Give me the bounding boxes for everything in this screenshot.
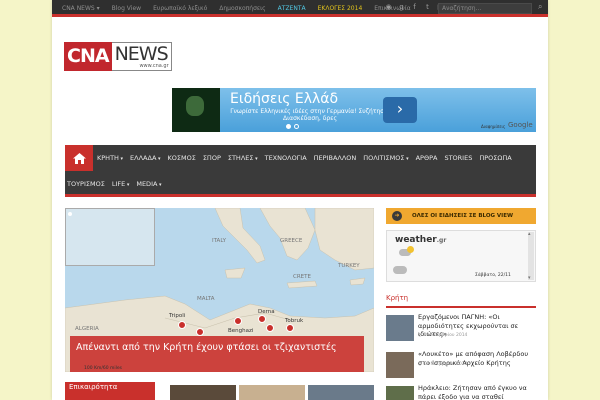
google-logo: Google — [508, 121, 533, 129]
sun-icon — [407, 246, 414, 253]
nav-item-politismos[interactable]: ΠΟΛΙΤΙΣΜΟΣ — [363, 154, 408, 162]
nav-item-stories[interactable]: STORIES — [444, 154, 472, 162]
map-label: Derna — [258, 309, 275, 315]
nav-item-technologia[interactable]: ΤΕΧΝΟΛΟΓΙΑ — [265, 154, 307, 162]
top-nav-item[interactable]: ΑΤΖΕΝΤΑ — [278, 5, 306, 12]
ad-banner[interactable]: Ειδήσεις Ελλάδ Γνωρίστε Ελληνικές ιδέες … — [172, 88, 536, 132]
ad-arrow-button[interactable]: › — [383, 97, 417, 123]
nav-item-spor[interactable]: ΣΠΟΡ — [203, 154, 221, 162]
main-nav-row-1: ΚΡΗΤΗ ΕΛΛΑΔΑ ΚΟΣΜΟΣ ΣΠΟΡ ΣΤΗΛΕΣ ΤΕΧΝΟΛΟΓ… — [97, 145, 519, 171]
ad-subtitle: Γνωρίστε Ελληνικές ιδέες στην Γερμανία! … — [230, 108, 390, 122]
thumbnail[interactable] — [170, 385, 236, 400]
list-item[interactable]: Ηράκλειο: Ζήτησαν από έγκυο να πάρει έξο… — [386, 384, 536, 400]
featured-slider[interactable]: ITALY GREECE TURKEY MALTA CRETE ALGERIA … — [65, 208, 374, 372]
story-title[interactable]: Ηράκλειο: Ζήτησαν από έγκυο να πάρει έξο… — [418, 384, 536, 400]
nav-item-arthra[interactable]: ΑΡΘΡΑ — [416, 154, 438, 162]
thumbnail[interactable] — [308, 385, 374, 400]
main-nav: ΚΡΗΤΗ ΕΛΛΑΔΑ ΚΟΣΜΟΣ ΣΠΟΡ ΣΤΗΛΕΣ ΤΕΧΝΟΛΟΓ… — [65, 145, 536, 197]
map-label: Tripoli — [169, 313, 186, 319]
nav-item-tourismos[interactable]: ΤΟΥΡΙΣΜΟΣ — [67, 180, 105, 188]
top-nav-item[interactable]: Δημοσκοπήσεις — [219, 5, 265, 12]
story-thumbnail[interactable] — [386, 386, 414, 400]
nav-item-prosopa[interactable]: ΠΡΟΣΩΠΑ — [479, 154, 511, 162]
logo-cna: CNA — [64, 42, 112, 71]
facebook-icon[interactable]: f — [411, 3, 418, 11]
blog-view-button[interactable]: ➜ ΟΛΕΣ ΟΙ ΕΙΔΗΣΕΙΣ ΣΕ BLOG VIEW — [386, 208, 536, 224]
site-logo[interactable]: CNA NEWS www.cna.gr — [64, 42, 172, 71]
top-nav-item[interactable]: Ευρωπαϊκό λεξικό — [153, 5, 207, 12]
story-date: 19 Νοεμβρίου 2014 — [418, 333, 467, 338]
list-item[interactable]: «Λουκέτο» με απόφαση Λοβέρδου στο Ιστορι… — [386, 350, 536, 380]
weather-scrollbar[interactable] — [528, 231, 534, 281]
logo-news-text: NEWS — [114, 43, 169, 65]
nav-item-kriti[interactable]: ΚΡΗΤΗ — [97, 154, 123, 162]
map-inset — [65, 208, 155, 266]
story-date: 19 Νοεμβρίου 2014 — [418, 362, 467, 367]
top-nav-item[interactable]: CNA NEWS ▾ — [62, 5, 100, 12]
weather-date: Σάββατο, 22/11 — [475, 273, 511, 278]
page: CNA NEWS ▾ Blog View Ευρωπαϊκό λεξικό Δη… — [52, 0, 548, 400]
thumbnail[interactable] — [239, 385, 305, 400]
main-nav-row-2: ΤΟΥΡΙΣΜΟΣ LIFE MEDIA — [67, 171, 169, 197]
logo-url: www.cna.gr — [139, 63, 169, 69]
search-input[interactable]: Αναζήτηση... — [438, 3, 532, 14]
map-label: MALTA — [197, 296, 215, 302]
social-links: ◉ g f t ▶ — [385, 3, 444, 11]
nav-item-media[interactable]: MEDIA — [136, 180, 161, 188]
google-plus-icon[interactable]: g — [398, 3, 405, 11]
map-label: TURKEY — [338, 263, 360, 269]
rss-icon[interactable]: ◉ — [385, 3, 392, 11]
kriti-heading[interactable]: Κρήτη — [386, 294, 536, 308]
cloud-icon — [393, 266, 407, 274]
thumbnail-strip — [170, 385, 374, 400]
list-item[interactable]: Εργαζόμενοι ΠΑΓΝΗ: «Οι αρμοδιότητες εκχω… — [386, 313, 536, 343]
section-label[interactable]: Επικαιρότητα — [65, 382, 155, 400]
nav-item-kosmos[interactable]: ΚΟΣΜΟΣ — [168, 154, 196, 162]
nav-item-stiles[interactable]: ΣΤΗΛΕΣ — [228, 154, 258, 162]
ad-pager-dot[interactable] — [286, 124, 291, 129]
home-button[interactable] — [65, 145, 93, 171]
nav-item-perivallon[interactable]: ΠΕΡΙΒΑΛΛΟΝ — [314, 154, 357, 162]
map-scale: 100 Km/60 miles — [84, 366, 123, 371]
ad-pager — [286, 124, 299, 129]
top-nav-item[interactable]: Blog View — [112, 5, 141, 12]
map-label: ALGERIA — [75, 326, 99, 332]
story-thumbnail[interactable] — [386, 352, 414, 378]
arrow-right-icon: ➜ — [392, 211, 402, 221]
map-label: Benghazi — [228, 328, 254, 334]
home-icon — [72, 152, 86, 164]
logo-news: NEWS www.cna.gr — [111, 42, 172, 71]
weather-brand: weather — [395, 235, 437, 245]
weather-logo: weather.gr — [395, 235, 446, 245]
story-thumbnail[interactable] — [386, 315, 414, 341]
blog-view-label: ΟΛΕΣ ΟΙ ΕΙΔΗΣΕΙΣ ΣΕ BLOG VIEW — [412, 213, 514, 219]
map-label: ITALY — [212, 238, 227, 244]
weather-tld: .gr — [436, 237, 447, 244]
top-bar: CNA NEWS ▾ Blog View Ευρωπαϊκό λεξικό Δη… — [52, 0, 548, 17]
search-icon[interactable]: ⌕ — [538, 2, 542, 12]
ad-image — [172, 88, 220, 132]
top-nav-item[interactable]: ΕΚΛΟΓΕΣ 2014 — [318, 5, 363, 12]
ad-pager-dot[interactable] — [294, 124, 299, 129]
map-label: CRETE — [293, 274, 311, 280]
map-label: GREECE — [280, 238, 303, 244]
weather-widget[interactable]: weather.gr Σάββατο, 22/11 — [386, 230, 536, 282]
nav-item-ellada[interactable]: ΕΛΛΑΔΑ — [130, 154, 160, 162]
twitter-icon[interactable]: t — [424, 3, 431, 11]
nav-item-life[interactable]: LIFE — [112, 180, 130, 188]
ad-label: Διαφημίσεις — [481, 124, 506, 129]
map-label: Tobruk — [285, 318, 304, 324]
ad-title: Ειδήσεις Ελλάδ — [230, 91, 339, 107]
top-nav: CNA NEWS ▾ Blog View Ευρωπαϊκό λεξικό Δη… — [62, 0, 423, 17]
slider-dot[interactable] — [68, 212, 72, 216]
